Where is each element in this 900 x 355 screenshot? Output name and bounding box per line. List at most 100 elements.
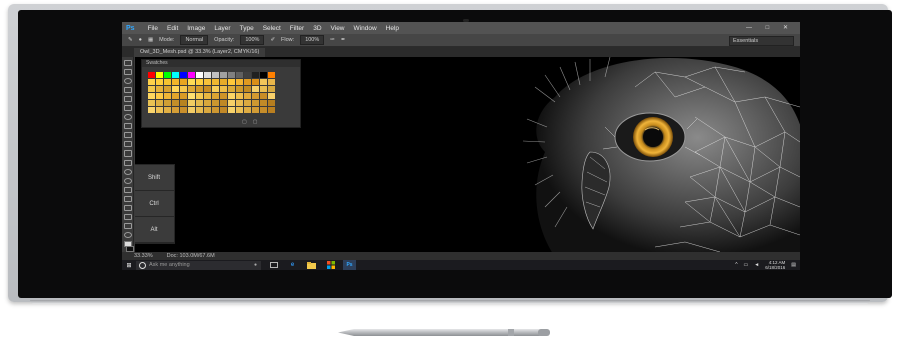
- swatch-cell[interactable]: [188, 100, 195, 106]
- swatch-cell[interactable]: [172, 79, 179, 85]
- zoom-level[interactable]: 33.33%: [134, 252, 153, 260]
- swatch-cell[interactable]: [220, 93, 227, 99]
- swatch-cell[interactable]: [244, 72, 251, 78]
- swatch-cell[interactable]: [212, 100, 219, 106]
- swatch-cell[interactable]: [212, 93, 219, 99]
- brush-preset-icon[interactable]: ●: [139, 37, 142, 43]
- swatch-cell[interactable]: [204, 86, 211, 92]
- swatch-cell[interactable]: [260, 72, 267, 78]
- brush-tool-icon[interactable]: [123, 123, 132, 130]
- shape-tool-icon[interactable]: [123, 213, 132, 220]
- swatch-cell[interactable]: [148, 107, 155, 113]
- swatch-cell[interactable]: [204, 93, 211, 99]
- swatch-cell[interactable]: [196, 86, 203, 92]
- swatch-cell[interactable]: [268, 86, 275, 92]
- opacity-field[interactable]: 100%: [240, 35, 265, 45]
- swatch-cell[interactable]: [228, 72, 235, 78]
- gradient-tool-icon[interactable]: [123, 159, 132, 166]
- swatch-cell[interactable]: [188, 72, 195, 78]
- action-center-icon[interactable]: ▤: [791, 262, 796, 268]
- swatch-cell[interactable]: [164, 93, 171, 99]
- pressure-opacity-icon[interactable]: ✐: [270, 37, 275, 43]
- swatch-cell[interactable]: [236, 100, 243, 106]
- menu-select[interactable]: Select: [263, 25, 281, 32]
- swatch-cell[interactable]: [172, 72, 179, 78]
- swatch-cell[interactable]: [220, 72, 227, 78]
- swatch-cell[interactable]: [236, 86, 243, 92]
- swatch-cell[interactable]: [228, 86, 235, 92]
- swatch-cell[interactable]: [156, 72, 163, 78]
- file-explorer-icon[interactable]: [305, 260, 318, 270]
- swatch-cell[interactable]: [260, 86, 267, 92]
- swatch-cell[interactable]: [156, 107, 163, 113]
- swatch-cell[interactable]: [180, 93, 187, 99]
- menu-window[interactable]: Window: [354, 25, 377, 32]
- swatch-cell[interactable]: [244, 86, 251, 92]
- swatch-cell[interactable]: [204, 107, 211, 113]
- swatch-cell[interactable]: [148, 86, 155, 92]
- quick-select-tool-icon[interactable]: [123, 87, 132, 94]
- swatch-cell[interactable]: [180, 79, 187, 85]
- clone-stamp-tool-icon[interactable]: [123, 132, 132, 139]
- swatch-cell[interactable]: [236, 72, 243, 78]
- show-hidden-icons-icon[interactable]: ^: [735, 262, 737, 268]
- ctrl-key-button[interactable]: Ctrl: [135, 191, 174, 217]
- swatch-cell[interactable]: [244, 100, 251, 106]
- swatch-cell[interactable]: [164, 100, 171, 106]
- swatch-cell[interactable]: [268, 107, 275, 113]
- menu-image[interactable]: Image: [187, 25, 205, 32]
- store-icon[interactable]: [324, 260, 337, 270]
- swatch-cell[interactable]: [164, 72, 171, 78]
- swatch-cell[interactable]: [164, 107, 171, 113]
- swatch-cell[interactable]: [180, 107, 187, 113]
- swatch-cell[interactable]: [172, 93, 179, 99]
- swatch-cell[interactable]: [196, 72, 203, 78]
- swatch-cell[interactable]: [252, 100, 259, 106]
- workspace-select[interactable]: Essentials: [729, 36, 794, 46]
- clock[interactable]: 4:12 AM 6/18/2016: [765, 260, 785, 270]
- move-tool-icon[interactable]: [123, 60, 132, 67]
- document-tab[interactable]: Owl_3D_Mesh.psd @ 33.3% (Layer2, CMYK/16…: [134, 48, 266, 57]
- swatch-cell[interactable]: [196, 93, 203, 99]
- swatch-cell[interactable]: [252, 107, 259, 113]
- swatch-cell[interactable]: [180, 72, 187, 78]
- menu-file[interactable]: File: [148, 25, 158, 32]
- menu-edit[interactable]: Edit: [167, 25, 178, 32]
- menu-filter[interactable]: Filter: [290, 25, 304, 32]
- swatch-cell[interactable]: [172, 100, 179, 106]
- swatch-cell[interactable]: [180, 100, 187, 106]
- task-view-icon[interactable]: [267, 260, 280, 270]
- swatch-cell[interactable]: [196, 107, 203, 113]
- blur-tool-icon[interactable]: [123, 168, 132, 175]
- swatch-cell[interactable]: [212, 79, 219, 85]
- swatch-cell[interactable]: [212, 107, 219, 113]
- swatch-cell[interactable]: [148, 93, 155, 99]
- swatch-cell[interactable]: [204, 79, 211, 85]
- new-swatch-icon[interactable]: ▢: [242, 119, 253, 125]
- swatch-cell[interactable]: [260, 93, 267, 99]
- swatch-cell[interactable]: [228, 100, 235, 106]
- microphone-icon[interactable]: ●: [254, 262, 257, 268]
- network-icon[interactable]: ▭: [744, 262, 749, 268]
- swatch-cell[interactable]: [220, 86, 227, 92]
- swatch-cell[interactable]: [164, 86, 171, 92]
- swatch-cell[interactable]: [156, 86, 163, 92]
- eraser-tool-icon[interactable]: [123, 150, 132, 157]
- menu-help[interactable]: Help: [386, 25, 399, 32]
- history-brush-tool-icon[interactable]: [123, 141, 132, 148]
- swatch-cell[interactable]: [252, 72, 259, 78]
- swatch-cell[interactable]: [164, 79, 171, 85]
- swatch-cell[interactable]: [244, 79, 251, 85]
- path-select-tool-icon[interactable]: [123, 204, 132, 211]
- menu-view[interactable]: View: [331, 25, 345, 32]
- flow-field[interactable]: 100%: [300, 35, 325, 45]
- cortana-search-box[interactable]: Ask me anything ●: [136, 260, 261, 270]
- mode-select[interactable]: Normal: [180, 35, 209, 45]
- swatch-cell[interactable]: [236, 93, 243, 99]
- swatch-cell[interactable]: [156, 93, 163, 99]
- swatch-cell[interactable]: [148, 100, 155, 106]
- pen-tool-icon[interactable]: [123, 186, 132, 193]
- swatch-cell[interactable]: [204, 100, 211, 106]
- swatch-cell[interactable]: [252, 86, 259, 92]
- volume-icon[interactable]: ◄: [754, 262, 759, 268]
